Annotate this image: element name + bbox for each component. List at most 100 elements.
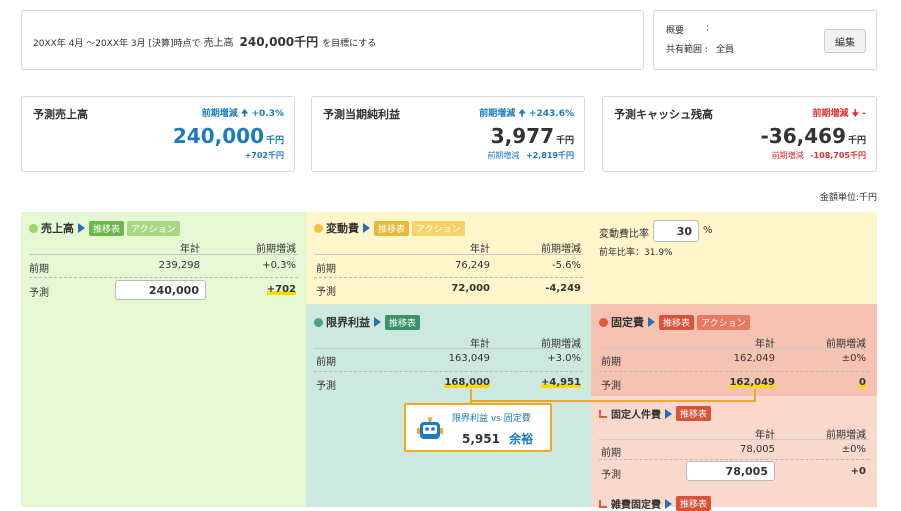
play-icon[interactable] — [374, 317, 381, 327]
play-icon[interactable] — [665, 408, 672, 419]
chart-tag[interactable]: 推移表 — [659, 314, 695, 330]
fixed-forecast-change: 0 — [859, 377, 866, 388]
sales-panel: 売上高 推移表 アクション 年計 前期増減 前期 239,298 +0.3% 予… — [21, 212, 306, 507]
arrow-down-icon: 🠋 — [851, 109, 860, 119]
sales-forecast-input[interactable]: 240,000 — [115, 280, 206, 300]
variable-forecast: 72,000 — [451, 283, 490, 294]
play-icon[interactable] — [665, 498, 672, 509]
unit-note: 金額単位:千円 — [819, 193, 877, 203]
summary-label: 概要 — [666, 26, 685, 36]
row-prev-label: 前期 — [29, 264, 49, 275]
variable-prev-change: -5.6% — [551, 260, 581, 271]
kpi-delta: 前期増減 🠋 - — [812, 109, 867, 119]
comparison-tooltip: 限界利益 vs 固定費 5,951 余裕 — [404, 403, 552, 452]
row-prev-label: 前期 — [601, 357, 621, 368]
action-tag[interactable]: アクション — [412, 220, 465, 236]
other-fixed-title: 雑費固定費 推移表 — [599, 496, 714, 511]
col-annual: 年計 — [470, 244, 490, 255]
action-tag[interactable]: アクション — [697, 314, 750, 330]
goal-period: 20XX年 4月 〜20XX年 3月 [決算]時点で — [33, 39, 201, 49]
scope-label: 共有範囲 : — [666, 45, 708, 55]
kpi-sub: 前期増減 -108,705千円 — [771, 151, 866, 160]
personnel-prev: 78,005 — [740, 444, 775, 455]
marginal-forecast-change: +4,951 — [540, 377, 581, 388]
marginal-prev-change: +3.0% — [547, 353, 581, 364]
marginal-title: 限界利益 推移表 — [314, 314, 423, 330]
kpi-title: 予測当期純利益 — [323, 108, 400, 121]
kpi-sub: +702千円 — [244, 151, 284, 160]
kpi-card-profit: 予測当期純利益 前期増減 🠉 +243.6% 3,977 千円 前期増減 +2,8… — [311, 96, 585, 172]
goal-card: 20XX年 4月 〜20XX年 3月 [決算]時点で 売上高 240,000千円… — [21, 10, 644, 70]
sales-forecast-change: +702 — [266, 284, 296, 295]
branch-icon — [599, 499, 607, 508]
row-forecast-label: 予測 — [601, 470, 621, 481]
ratio-input[interactable]: 30 — [653, 220, 699, 242]
dot-icon — [314, 223, 323, 233]
robot-icon — [417, 417, 443, 441]
row-prev-label: 前期 — [601, 448, 621, 459]
tooltip-result: 5,951 余裕 — [462, 428, 533, 447]
dot-icon — [599, 317, 608, 327]
sales-prev-change: +0.3% — [262, 260, 296, 271]
row-forecast-label: 予測 — [29, 288, 49, 299]
goal-suffix: を目標にする — [322, 39, 377, 49]
arrow-up-icon: 🠉 — [240, 109, 249, 119]
branch-icon — [599, 409, 607, 418]
kpi-value: 240,000 千円 — [172, 124, 284, 148]
chart-tag[interactable]: 推移表 — [89, 220, 125, 236]
sales-title: 売上高 推移表 アクション — [29, 220, 183, 236]
summary-sep: : — [706, 23, 710, 33]
row-prev-label: 前期 — [316, 264, 336, 275]
kpi-card-cash: 予測キャッシュ残高 前期増減 🠋 - -36,469 千円 前期増減 -108,7… — [602, 96, 877, 172]
dot-icon — [29, 223, 38, 233]
kpi-title: 予測売上高 — [33, 108, 88, 121]
dot-icon — [314, 317, 323, 327]
play-icon[interactable] — [363, 223, 370, 233]
personnel-prev-change: ±0% — [841, 444, 866, 455]
fixed-prev-change: ±0% — [841, 353, 866, 364]
kpi-card-sales: 予測売上高 前期増減 🠉 +0.3% 240,000 千円 +702千円 — [21, 96, 295, 172]
play-icon[interactable] — [78, 223, 85, 233]
variable-panel: 変動費 推移表 アクション 年計 前期増減 前期 76,249 -5.6% 予測… — [306, 212, 591, 304]
marginal-prev: 163,049 — [448, 353, 490, 364]
col-change: 前期増減 — [256, 244, 296, 255]
connector — [470, 389, 756, 402]
tooltip-title: 限界利益 vs 固定費 — [452, 414, 531, 424]
info-card: 概要 : 共有範囲 : 全員 編集 — [653, 10, 877, 70]
scope-value: 全員 — [716, 45, 735, 55]
goal-target: 240,000千円 — [239, 35, 319, 49]
edit-button[interactable]: 編集 — [824, 29, 866, 53]
play-icon[interactable] — [648, 317, 655, 327]
row-forecast-label: 予測 — [316, 287, 336, 298]
fixed-panel: 固定費 推移表 アクション 年計 前期増減 前期 162,049 ±0% 予測 … — [591, 304, 877, 396]
tooltip-value: 5,951 — [462, 432, 500, 446]
fixed-title: 固定費 推移表 アクション — [599, 314, 753, 330]
variable-title: 変動費 推移表 アクション — [314, 220, 468, 236]
personnel-title: 固定人件費 推移表 — [599, 406, 714, 421]
ratio-panel: 変動費比率 30 % 前年比率：31.9% — [591, 212, 877, 304]
variable-forecast-change: -4,249 — [545, 283, 581, 294]
ratio-prev: 前年比率：31.9% — [599, 248, 673, 258]
sales-prev: 239,298 — [158, 260, 200, 271]
kpi-value: 3,977 千円 — [490, 124, 574, 148]
chart-tag[interactable]: 推移表 — [676, 406, 712, 421]
action-tag[interactable]: アクション — [127, 220, 180, 236]
col-annual: 年計 — [180, 244, 200, 255]
personnel-forecast-change: +0 — [850, 466, 866, 477]
chart-tag[interactable]: 推移表 — [374, 220, 410, 236]
tooltip-status: 余裕 — [509, 432, 534, 446]
kpi-sub: 前期増減 +2,819千円 — [487, 151, 574, 160]
ratio-unit: % — [703, 225, 713, 236]
kpi-value: -36,469 千円 — [760, 124, 867, 148]
arrow-up-icon: 🠉 — [518, 109, 526, 119]
row-forecast-label: 予測 — [316, 381, 336, 392]
goal-sentence: 20XX年 4月 〜20XX年 3月 [決算]時点で 売上高 240,000千円… — [33, 33, 376, 50]
kpi-delta: 前期増減 🠉 +0.3% — [201, 109, 284, 119]
chart-tag[interactable]: 推移表 — [385, 314, 421, 330]
personnel-panel: 固定人件費 推移表 年計 前期増減 前期 78,005 ±0% 予測 78,00… — [591, 396, 877, 511]
chart-tag[interactable]: 推移表 — [676, 496, 712, 511]
fixed-forecast: 162,049 — [729, 377, 775, 388]
fixed-prev: 162,049 — [733, 353, 775, 364]
personnel-forecast-input[interactable]: 78,005 — [686, 461, 775, 481]
marginal-forecast: 168,000 — [444, 377, 490, 388]
